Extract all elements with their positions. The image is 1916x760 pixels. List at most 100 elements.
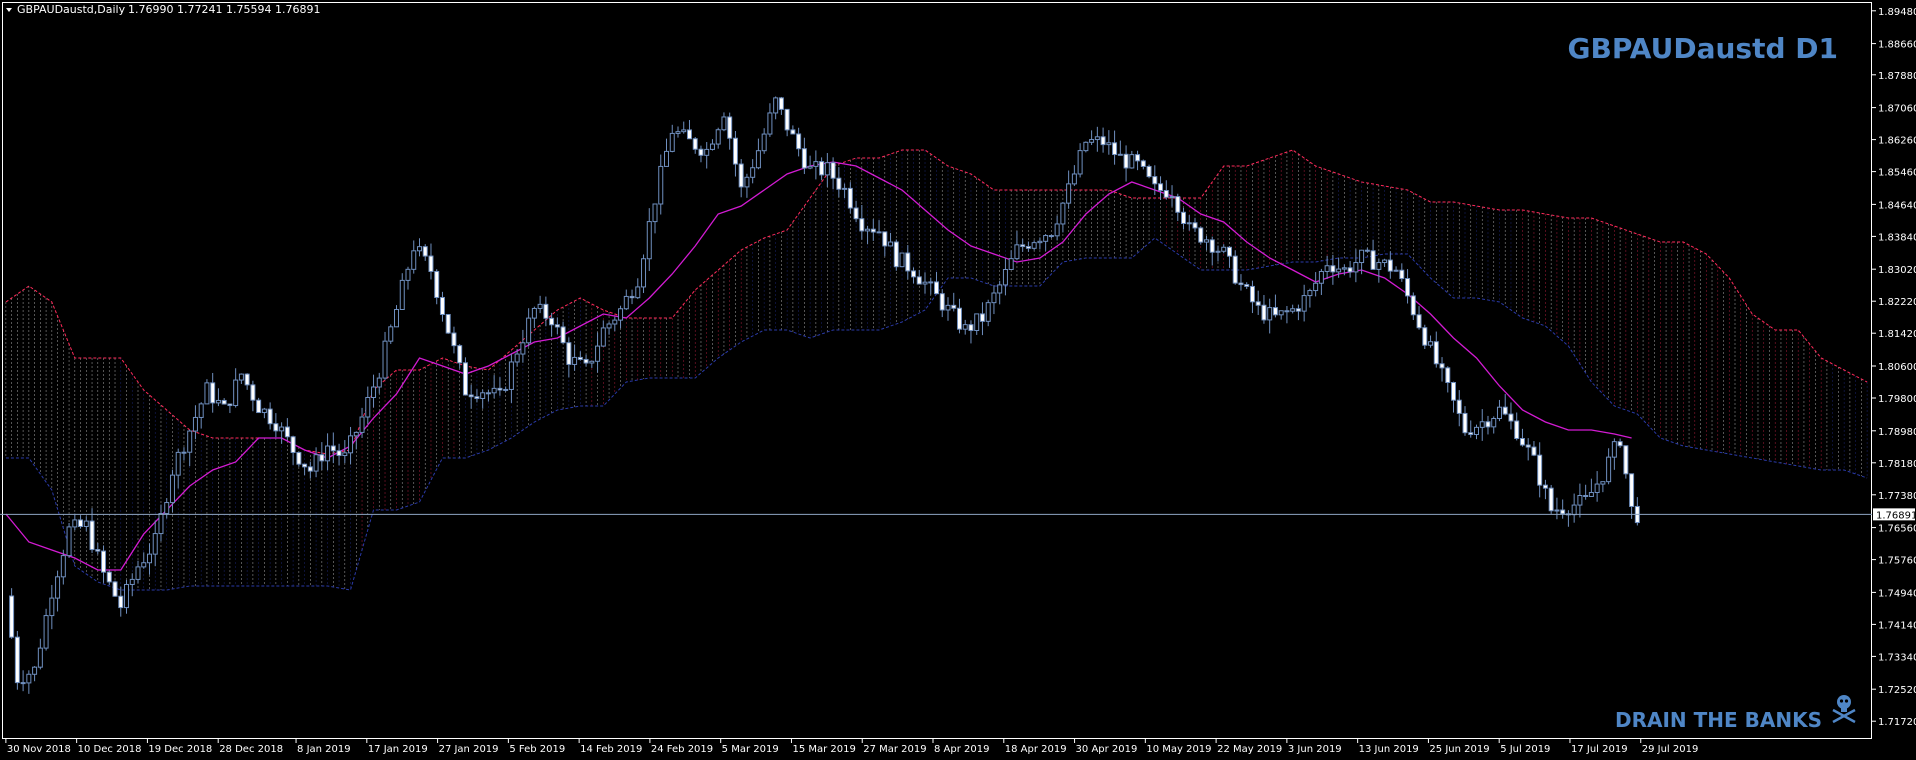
candle-body	[531, 307, 537, 319]
candle-body	[572, 356, 578, 365]
candle-body	[744, 176, 750, 188]
candle-body	[1370, 250, 1376, 270]
candle-body	[675, 131, 681, 134]
candle-body	[1508, 413, 1514, 422]
candle-body	[738, 163, 744, 188]
y-tick-label: 1.87880	[1878, 71, 1916, 82]
candle-body	[554, 324, 560, 328]
chart-header: GBPAUDaustd,Daily 1.76990 1.77241 1.7559…	[6, 3, 320, 16]
candle-body	[1531, 446, 1537, 456]
candle-body	[124, 583, 130, 609]
candle-body	[273, 423, 279, 432]
candle-body	[192, 416, 198, 432]
x-tick-label: 22 May 2019	[1217, 744, 1282, 755]
x-tick-label: 5 Mar 2019	[722, 744, 779, 755]
candle-body	[1382, 259, 1388, 264]
candle-body	[819, 161, 825, 176]
candle-body	[359, 416, 365, 433]
candle-body	[1439, 363, 1445, 369]
candle-body	[1301, 295, 1307, 312]
y-tick-label: 1.80600	[1878, 362, 1916, 373]
candle-body	[1548, 487, 1554, 512]
candle-body	[1272, 307, 1278, 316]
candle-body	[1037, 240, 1043, 244]
candle-body	[60, 555, 66, 578]
candle-body	[1428, 341, 1434, 346]
candle-body	[422, 246, 428, 257]
candle-body	[1089, 139, 1095, 143]
candle-body	[1485, 421, 1491, 428]
y-tick-label: 1.79800	[1878, 394, 1916, 405]
candle-body	[807, 165, 813, 169]
candle-body	[646, 221, 652, 260]
candle-body	[279, 426, 285, 432]
x-tick-label: 8 Apr 2019	[934, 744, 989, 755]
candle-body	[1307, 290, 1313, 297]
x-tick-label: 10 Dec 2018	[78, 744, 142, 755]
candle-body	[480, 392, 486, 399]
candle-body	[686, 129, 692, 140]
candle-body	[761, 133, 767, 152]
candle-body	[1083, 141, 1089, 152]
candle-body	[1537, 454, 1543, 486]
candle-body	[508, 361, 514, 390]
candle-body	[1600, 481, 1606, 485]
candle-body	[968, 324, 974, 332]
candle-body	[922, 281, 928, 285]
candle-body	[1221, 246, 1227, 252]
x-tick-label: 30 Nov 2018	[7, 744, 71, 755]
candle-body	[589, 360, 595, 364]
candle-body	[1387, 259, 1393, 272]
candle-body	[342, 452, 348, 457]
candle-body	[485, 392, 491, 395]
y-tick-label: 1.85460	[1878, 168, 1916, 179]
candle-body	[175, 451, 181, 476]
candle-body	[1295, 308, 1301, 312]
candle-body	[238, 373, 244, 381]
candle-body	[537, 303, 543, 309]
candle-body	[451, 332, 457, 347]
candle-body	[181, 451, 187, 454]
candle-body	[474, 396, 480, 399]
x-tick-label: 24 Feb 2019	[651, 744, 713, 755]
candle-body	[411, 250, 417, 270]
candle-body	[1192, 222, 1198, 229]
candle-body	[399, 279, 405, 311]
candle-body	[1071, 173, 1077, 185]
candle-body	[1169, 196, 1175, 199]
candle-body	[416, 246, 422, 252]
candle-body	[462, 362, 468, 396]
candle-body	[244, 373, 250, 386]
candle-body	[66, 526, 72, 557]
chart-background	[0, 0, 1916, 760]
candle-body	[732, 137, 738, 165]
candle-body	[824, 162, 830, 176]
candle-body	[1181, 211, 1187, 225]
candle-body	[1583, 495, 1589, 498]
candle-body	[985, 302, 991, 322]
candle-body	[836, 177, 842, 190]
candle-body	[583, 358, 589, 364]
candle-body	[543, 303, 549, 319]
candle-body	[1267, 307, 1273, 321]
candle-body	[991, 292, 997, 304]
candle-body	[158, 513, 164, 535]
candle-body	[698, 148, 704, 156]
candle-body	[796, 133, 802, 150]
candle-body	[1077, 150, 1083, 175]
candle-body	[221, 399, 227, 405]
candle-body	[1031, 242, 1037, 249]
candle-body	[1347, 267, 1353, 273]
candle-body	[842, 187, 848, 190]
y-tick-label: 1.71720	[1878, 717, 1916, 728]
y-tick-label: 1.78980	[1878, 427, 1916, 438]
candle-body	[928, 281, 934, 284]
candle-body	[606, 323, 612, 329]
x-tick-label: 19 Dec 2018	[148, 744, 212, 755]
candle-body	[9, 595, 15, 638]
candle-body	[905, 252, 911, 272]
candle-body	[1496, 406, 1502, 420]
candle-body	[72, 519, 78, 528]
candle-body	[491, 387, 497, 394]
candle-body	[1318, 270, 1324, 284]
